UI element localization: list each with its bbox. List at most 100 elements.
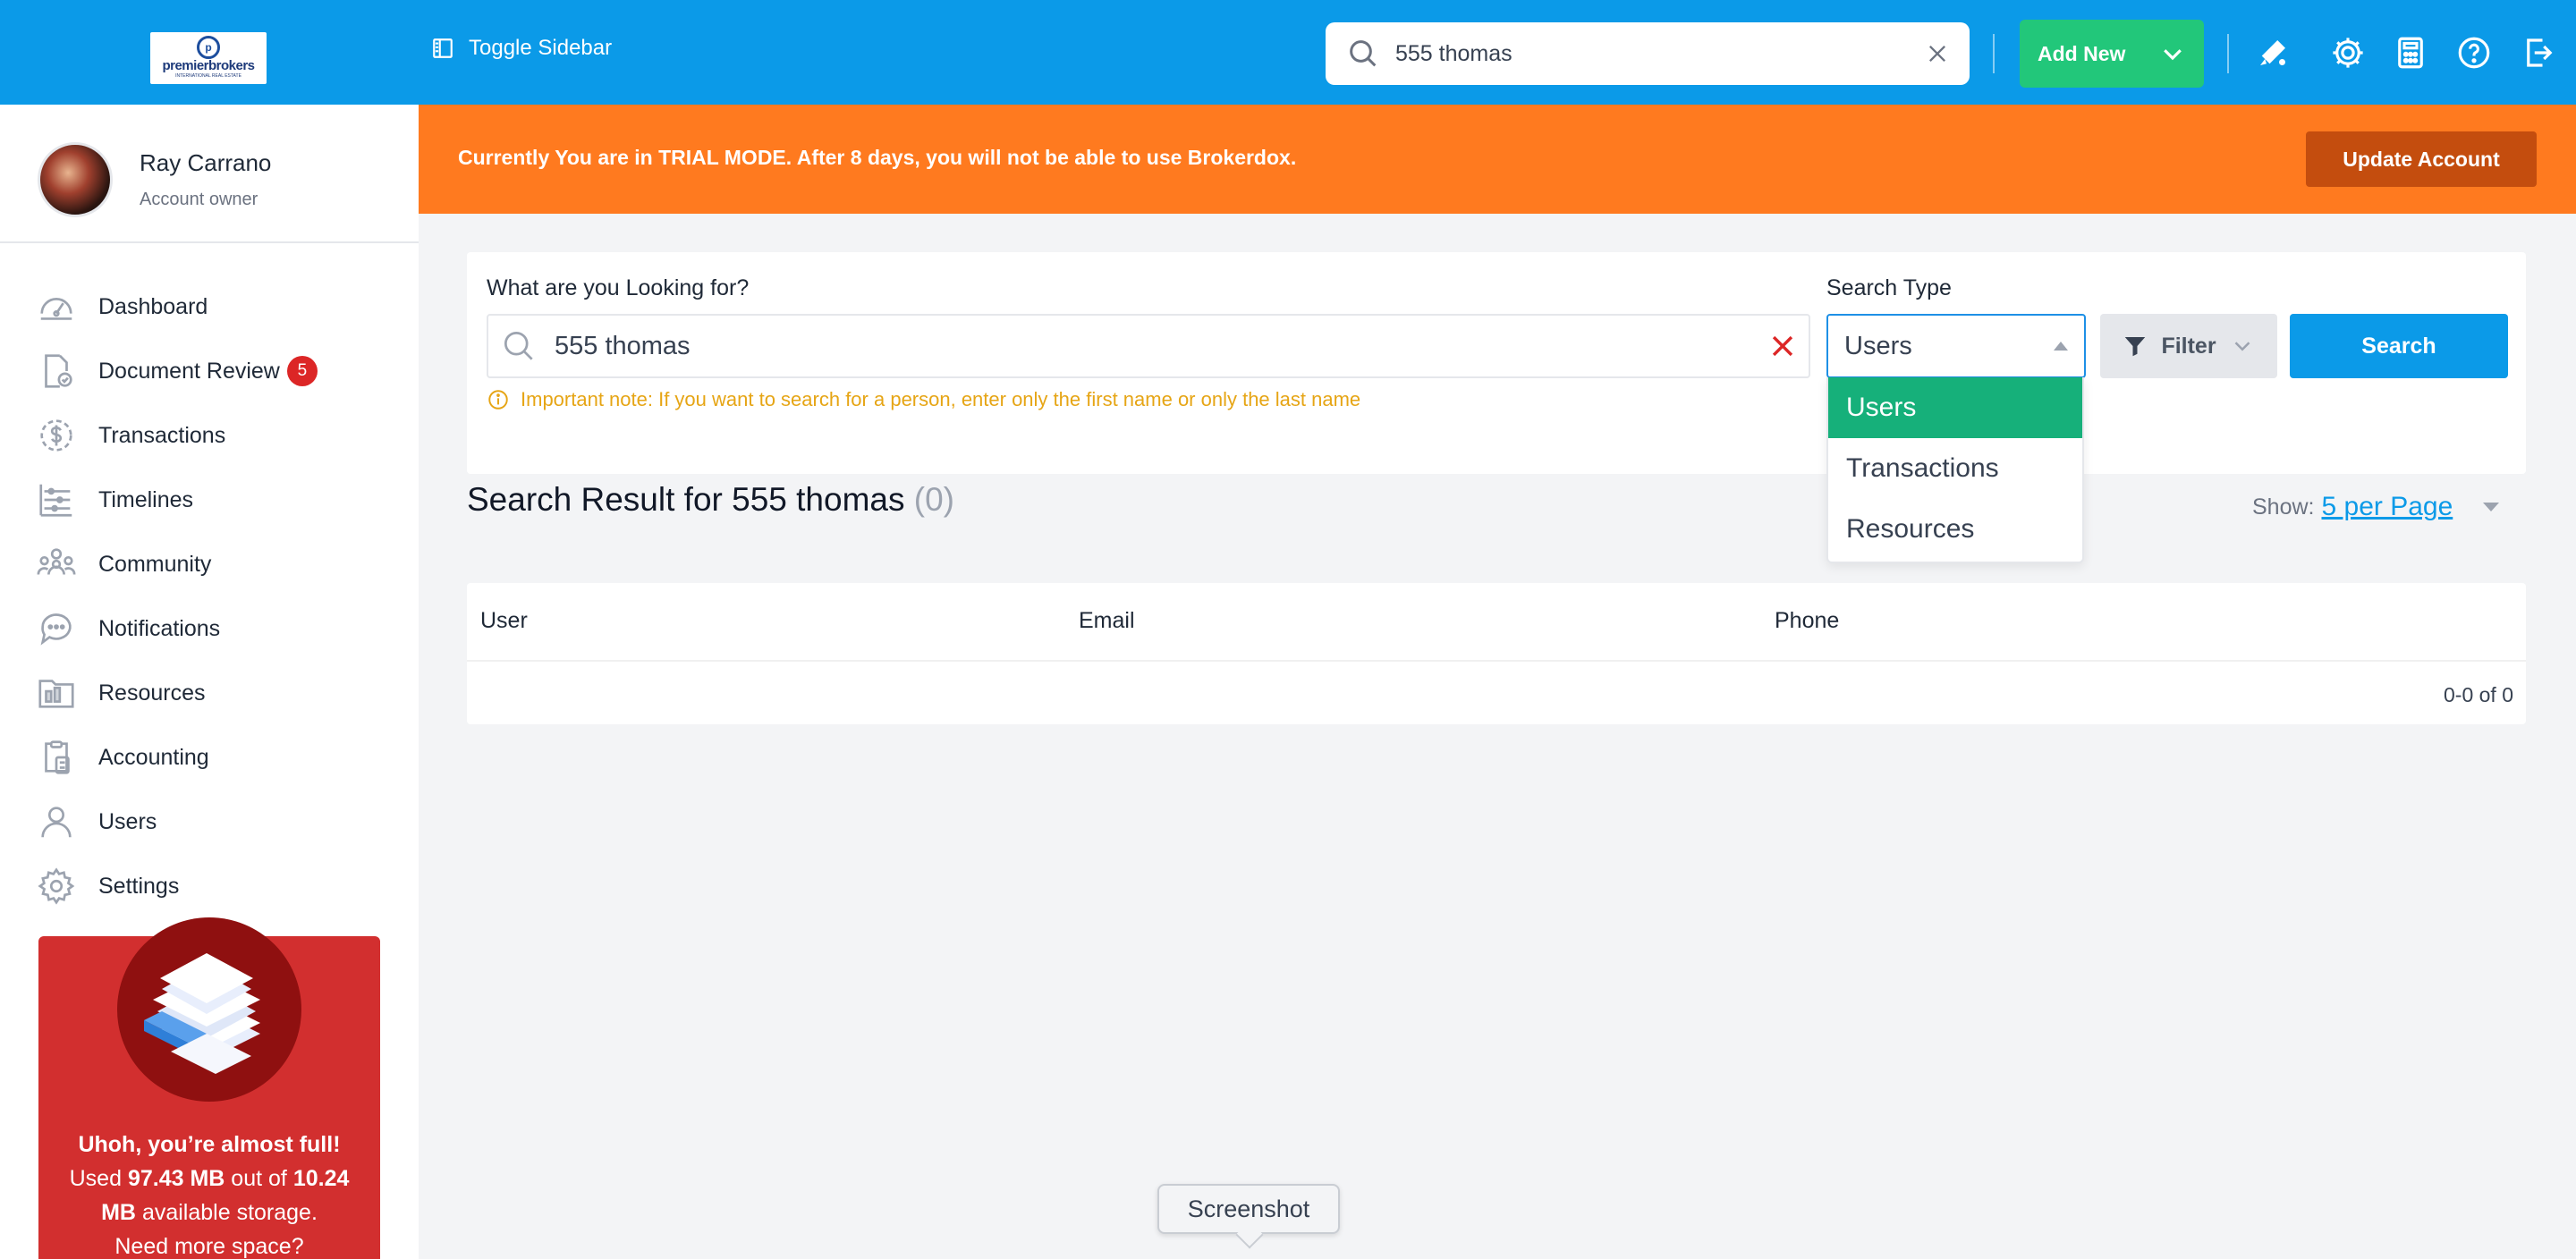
trial-message: Currently You are in TRIAL MODE. After 8… bbox=[458, 146, 1297, 169]
screenshot-tooltip: Screenshot bbox=[1157, 1184, 1340, 1234]
accounting-icon bbox=[45, 740, 70, 774]
user-role: Account owner bbox=[140, 190, 258, 209]
add-new-label: Add New bbox=[2038, 41, 2126, 65]
users-icon bbox=[41, 807, 72, 838]
update-account-button[interactable]: Update Account bbox=[2306, 131, 2537, 187]
sidebar-item-notifications[interactable]: Notifications bbox=[36, 596, 318, 661]
sidebar-item-label: Resources bbox=[98, 680, 206, 706]
chevron-down-icon bbox=[2234, 342, 2250, 351]
results-heading: Search Result for 555 thomas (0) bbox=[467, 481, 954, 519]
sidebar-item-accounting[interactable]: Accounting bbox=[36, 725, 318, 790]
sidebar-item-transactions[interactable]: Transactions bbox=[36, 403, 318, 468]
search-icon bbox=[504, 331, 533, 360]
toggle-sidebar-label: Toggle Sidebar bbox=[469, 36, 613, 60]
sidebar: Ray Carrano Account owner Dashboard Docu… bbox=[0, 105, 419, 1259]
results-count: (0) bbox=[913, 481, 954, 518]
per-page-control: Show: 5 per Page bbox=[2252, 492, 2500, 522]
sidebar-item-label: Community bbox=[98, 551, 212, 577]
search-icon bbox=[1350, 40, 1377, 67]
caret-up-icon bbox=[2054, 342, 2068, 351]
sidebar-item-settings[interactable]: Settings bbox=[36, 854, 318, 918]
user-name: Ray Carrano bbox=[140, 149, 272, 176]
announcement-icon[interactable] bbox=[2254, 34, 2292, 72]
settings-icon bbox=[38, 867, 75, 905]
sidebar-item-timelines[interactable]: Timelines bbox=[36, 468, 318, 532]
calculator-icon[interactable] bbox=[2392, 34, 2429, 72]
logo-subtext: INTERNATIONAL REAL ESTATE bbox=[175, 73, 242, 79]
filter-icon bbox=[2125, 337, 2146, 357]
sidebar-item-label: Dashboard bbox=[98, 293, 208, 319]
dropdown-option-transactions[interactable]: Transactions bbox=[1828, 438, 2082, 499]
toggle-sidebar-button[interactable]: Toggle Sidebar bbox=[431, 36, 612, 61]
document-review-icon bbox=[45, 354, 72, 388]
search-type-select[interactable]: Users bbox=[1826, 314, 2086, 378]
top-divider bbox=[1993, 34, 1995, 73]
sidebar-item-label: Timelines bbox=[98, 486, 194, 512]
brand-logo[interactable]: p premierbrokers INTERNATIONAL REAL ESTA… bbox=[150, 32, 267, 84]
sidebar-item-label: Settings bbox=[98, 873, 180, 899]
global-search-box[interactable] bbox=[1326, 22, 1970, 85]
search-type-value: Users bbox=[1844, 331, 1912, 360]
logo-text: premierbrokers bbox=[162, 58, 255, 73]
logout-icon[interactable] bbox=[2521, 34, 2558, 72]
storage-available-suffix: available storage. bbox=[141, 1200, 318, 1225]
sidebar-item-dashboard[interactable]: Dashboard bbox=[36, 275, 318, 339]
column-header-email[interactable]: Email bbox=[1079, 608, 1135, 634]
sidebar-item-resources[interactable]: Resources bbox=[36, 661, 318, 725]
sidebar-item-label: Transactions bbox=[98, 422, 226, 448]
sidebar-item-community[interactable]: Community bbox=[36, 532, 318, 596]
sidebar-item-label: Users bbox=[98, 808, 157, 834]
trial-mode-banner: Currently You are in TRIAL MODE. After 8… bbox=[419, 105, 2576, 214]
pagination-info: 0-0 of 0 bbox=[2444, 683, 2513, 706]
search-query-box[interactable] bbox=[487, 314, 1810, 378]
top-divider bbox=[2227, 34, 2229, 73]
settings-icon[interactable] bbox=[2329, 34, 2367, 72]
sidebar-toggle-icon bbox=[433, 38, 453, 58]
global-search-input[interactable] bbox=[1395, 40, 1925, 67]
table-divider bbox=[467, 660, 2526, 662]
sidebar-item-users[interactable]: Users bbox=[36, 790, 318, 854]
storage-illustration bbox=[117, 917, 301, 1102]
sidebar-nav: Dashboard Document Review 5 Transactions… bbox=[36, 275, 318, 918]
storage-out-of: out of bbox=[231, 1166, 287, 1191]
column-header-user[interactable]: User bbox=[480, 608, 528, 634]
search-panel: What are you Looking for? Important note… bbox=[467, 252, 2526, 474]
dropdown-option-users[interactable]: Users bbox=[1828, 377, 2082, 438]
filter-button[interactable]: Filter bbox=[2100, 314, 2277, 378]
search-button[interactable]: Search bbox=[2290, 314, 2508, 378]
search-note: Important note: If you want to search fo… bbox=[487, 388, 1360, 411]
storage-headline: Uhoh, you’re almost full! bbox=[78, 1132, 341, 1157]
search-type-dropdown: Users Transactions Resources bbox=[1826, 377, 2084, 563]
notification-badge: 5 bbox=[286, 356, 318, 386]
storage-used-value: 97.43 MB bbox=[127, 1166, 225, 1191]
resources-icon bbox=[38, 680, 74, 708]
chevron-down-icon bbox=[2164, 49, 2182, 61]
sidebar-item-document-review[interactable]: Document Review 5 bbox=[36, 339, 318, 403]
clear-search-icon[interactable] bbox=[1925, 41, 1950, 66]
stacked-papers-icon bbox=[144, 953, 260, 1074]
results-table: User Email Phone 0-0 of 0 bbox=[467, 583, 2526, 724]
sidebar-divider bbox=[0, 241, 419, 243]
storage-more-link[interactable]: Need more space? bbox=[56, 1229, 362, 1259]
clear-query-icon[interactable] bbox=[1767, 331, 1798, 361]
search-type-label: Search Type bbox=[1826, 275, 1952, 300]
user-profile[interactable]: Ray Carrano Account owner bbox=[38, 142, 271, 217]
search-query-input[interactable] bbox=[555, 331, 1767, 361]
results-title: Search Result for 555 thomas bbox=[467, 481, 905, 518]
sidebar-item-label: Document Review bbox=[98, 358, 280, 384]
dropdown-option-resources[interactable]: Resources bbox=[1828, 499, 2082, 560]
per-page-select[interactable]: 5 per Page bbox=[2321, 492, 2453, 522]
column-header-phone[interactable]: Phone bbox=[1775, 608, 1839, 634]
caret-down-icon[interactable] bbox=[2483, 503, 2500, 511]
logo-mark-icon: p bbox=[197, 36, 220, 59]
storage-used-prefix: Used bbox=[69, 1166, 122, 1191]
notifications-icon bbox=[40, 613, 72, 646]
sidebar-item-label: Notifications bbox=[98, 615, 221, 641]
help-icon[interactable] bbox=[2455, 34, 2493, 72]
add-new-button[interactable]: Add New bbox=[2020, 20, 2204, 88]
dashboard-icon bbox=[40, 298, 72, 320]
info-icon bbox=[488, 390, 508, 410]
avatar[interactable] bbox=[38, 142, 113, 217]
storage-warning-card: Uhoh, you’re almost full! Used 97.43 MB … bbox=[38, 917, 380, 1259]
show-label: Show: bbox=[2252, 494, 2315, 520]
